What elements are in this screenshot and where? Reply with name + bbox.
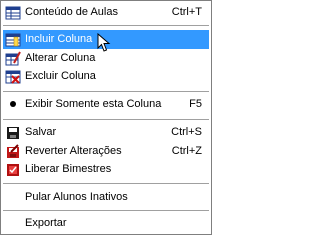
menu-item-label: Exibir Somente esta Coluna [25, 98, 162, 110]
menu-item-pular-alunos-inativos[interactable]: Pular Alunos Inativos [3, 188, 209, 207]
menu-separator [3, 119, 209, 121]
menu-item-exibir-somente-esta-coluna[interactable]: Exibir Somente esta Coluna F5 [3, 95, 209, 114]
menu-item-label: Incluir Coluna [25, 33, 93, 45]
add-column-icon [5, 33, 21, 47]
mouse-cursor-icon [97, 33, 111, 52]
menu-item-reverter-alteracoes[interactable]: Reverter Alterações Ctrl+Z [3, 142, 209, 161]
grid-menu-icon [5, 6, 21, 20]
menu-item-conteudo-de-aulas[interactable]: Conteúdo de Aulas Ctrl+T [3, 3, 209, 22]
menu-item-shortcut: F5 [189, 98, 202, 110]
menu-item-label: Alterar Coluna [25, 52, 96, 64]
menu-item-label: Reverter Alterações [25, 145, 122, 157]
menu-item-shortcut: Ctrl+Z [171, 145, 202, 157]
menu-item-label: Liberar Bimestres [25, 163, 112, 175]
menu-separator [3, 91, 209, 93]
menu-item-label: Pular Alunos Inativos [25, 191, 128, 203]
menu-item-salvar[interactable]: Salvar Ctrl+S [3, 123, 209, 142]
menu-item-label: Excluir Coluna [25, 70, 96, 82]
save-icon [7, 127, 19, 139]
menu-separator [3, 210, 209, 212]
menu-item-exportar[interactable]: Exportar [3, 214, 209, 233]
edit-column-icon [5, 51, 21, 66]
menu-item-label: Salvar [25, 126, 57, 138]
menu-item-shortcut: Ctrl+T [171, 6, 202, 18]
menu-item-shortcut: Ctrl+S [171, 126, 202, 138]
menu-item-label: Exportar [25, 217, 67, 229]
revert-icon [7, 144, 19, 158]
menu-item-label: Conteúdo de Aulas [25, 6, 118, 18]
menu-separator [3, 183, 209, 185]
menu-separator [3, 25, 209, 27]
delete-column-icon [5, 70, 21, 84]
release-icon [7, 164, 19, 176]
menu-item-excluir-coluna[interactable]: Excluir Coluna [3, 67, 209, 86]
radio-bullet-icon [10, 101, 16, 107]
menu-item-liberar-bimestres[interactable]: Liberar Bimestres [3, 160, 209, 179]
